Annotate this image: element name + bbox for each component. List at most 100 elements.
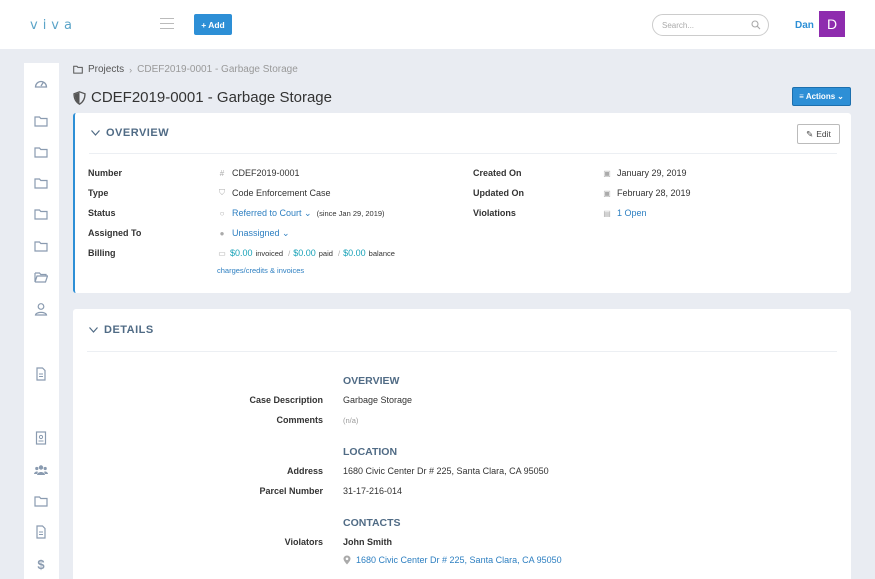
search-icon[interactable]	[751, 20, 761, 30]
created-value: ▣ January 29, 2019	[602, 168, 687, 178]
chevron-down-icon: ⌄	[837, 92, 844, 101]
details-overview-heading: OVERVIEW	[343, 375, 400, 387]
violations-value: ▤ 1 Open	[602, 208, 647, 218]
top-bar: viva + Add Search... Dan D	[0, 0, 875, 49]
type-text: Code Enforcement Case	[232, 188, 331, 198]
page-title-text: CDEF2019-0001 - Garbage Storage	[91, 89, 332, 106]
chevron-right-icon: ›	[129, 64, 133, 75]
updated-label: Updated On	[473, 188, 524, 198]
violator-address: 1680 Civic Center Dr # 225, Santa Clara,…	[343, 555, 562, 565]
app-logo[interactable]: viva	[30, 18, 77, 33]
folder-icon[interactable]	[34, 114, 48, 128]
violations-link[interactable]: 1 Open	[617, 208, 647, 218]
balance-text: balance	[368, 248, 395, 258]
invoiced-amount: $0.00	[230, 248, 253, 258]
type-value: ⛉ Code Enforcement Case	[217, 188, 331, 198]
number-text: CDEF2019-0001	[232, 168, 300, 178]
status-text: Referred to Court	[232, 208, 302, 218]
chevron-down-icon	[89, 327, 98, 333]
address-label: Address	[286, 466, 323, 476]
folder-icon[interactable]	[34, 207, 48, 221]
assigned-label: Assigned To	[88, 228, 142, 238]
overview-heading: OVERVIEW	[106, 127, 170, 139]
breadcrumb-projects[interactable]: Projects	[88, 64, 124, 75]
users-icon[interactable]	[34, 463, 48, 477]
dashboard-icon[interactable]	[34, 77, 48, 91]
user-icon: ●	[219, 229, 225, 238]
menu-toggle-icon[interactable]	[160, 18, 174, 30]
page-title: CDEF2019-0001 - Garbage Storage	[73, 89, 332, 106]
updated-text: February 28, 2019	[617, 188, 691, 198]
folder-icon[interactable]	[34, 494, 48, 508]
billing-label: Billing	[88, 248, 116, 258]
chevron-down-icon: ⌄	[282, 228, 290, 238]
list-icon: ≡	[799, 92, 804, 101]
folder-icon[interactable]	[34, 176, 48, 190]
paid-amount: $0.00	[293, 248, 316, 258]
violations-label: Violations	[473, 208, 516, 218]
user-name[interactable]: Dan	[795, 20, 814, 31]
document-icon[interactable]	[34, 525, 48, 539]
case-description-value: Garbage Storage	[343, 395, 413, 405]
billing-value: ▭ $0.00 invoiced / $0.00 paid / $0.00 ba…	[217, 248, 395, 258]
created-label: Created On	[473, 168, 522, 178]
folder-icon[interactable]	[34, 145, 48, 159]
number-value: # CDEF2019-0001	[217, 168, 300, 178]
search-placeholder: Search...	[662, 21, 695, 30]
avatar[interactable]: D	[819, 11, 845, 37]
violator-address-link[interactable]: 1680 Civic Center Dr # 225, Santa Clara,…	[356, 555, 562, 565]
contact-card-icon[interactable]	[34, 431, 48, 445]
status-value: ○ Referred to Court ⌄ (since Jan 29, 201…	[217, 208, 385, 219]
balance-amount: $0.00	[343, 248, 366, 258]
folder-icon[interactable]	[34, 239, 48, 253]
search-input[interactable]: Search...	[652, 14, 769, 36]
add-button-label: Add	[208, 19, 225, 30]
status-dropdown[interactable]: Referred to Court ⌄	[232, 208, 312, 219]
svg-text:$: $	[37, 557, 45, 571]
billing-link[interactable]: charges/credits & invoices	[217, 266, 304, 275]
status-label: Status	[88, 208, 116, 218]
assigned-text: Unassigned	[232, 228, 280, 238]
contacts-heading: CONTACTS	[343, 517, 401, 529]
violators-label: Violators	[284, 537, 323, 547]
location-heading: LOCATION	[343, 446, 398, 458]
divider	[87, 351, 837, 352]
map-marker-icon	[343, 555, 351, 565]
actions-button-label: Actions	[805, 92, 836, 101]
chevron-down-icon: ⌄	[304, 208, 312, 218]
actions-button[interactable]: ≡ Actions ⌄	[792, 87, 851, 106]
folder-open-icon[interactable]	[34, 270, 48, 284]
money-bill-icon: ▭	[218, 248, 226, 258]
edit-button-label: Edit	[816, 129, 831, 139]
assigned-value: ● Unassigned ⌄	[217, 228, 290, 239]
status-since: (since Jan 29, 2019)	[316, 209, 385, 218]
details-toggle[interactable]: DETAILS	[89, 324, 154, 336]
hash-icon: #	[219, 168, 225, 178]
plus-icon: +	[201, 19, 207, 30]
edit-button[interactable]: ✎ Edit	[797, 124, 840, 144]
created-text: January 29, 2019	[617, 168, 687, 178]
breadcrumb-current: CDEF2019-0001 - Garbage Storage	[137, 64, 298, 75]
document-icon[interactable]	[34, 367, 48, 381]
assigned-dropdown[interactable]: Unassigned ⌄	[232, 228, 290, 239]
violator-name[interactable]: John Smith	[343, 537, 392, 547]
shield-icon	[73, 90, 86, 105]
edit-icon: ✎	[806, 128, 814, 139]
circle-icon: ○	[219, 209, 225, 218]
type-label: Type	[88, 188, 109, 198]
comments-value: (n/a)	[343, 416, 359, 425]
divider	[89, 153, 837, 154]
updated-value: ▣ February 28, 2019	[602, 188, 691, 198]
folder-icon	[73, 65, 83, 74]
list-icon: ▤	[603, 208, 611, 218]
calendar-icon: ▣	[603, 168, 611, 178]
address-link[interactable]: 1680 Civic Center Dr # 225, Santa Clara,…	[343, 466, 549, 476]
dollar-icon[interactable]: $	[34, 557, 48, 571]
paid-text: paid	[318, 248, 333, 258]
add-button[interactable]: + Add	[194, 14, 232, 35]
separator: /	[335, 248, 341, 258]
calendar-icon: ▣	[603, 188, 611, 198]
sidebar: $	[24, 63, 59, 579]
user-icon[interactable]	[34, 302, 48, 316]
overview-toggle[interactable]: OVERVIEW	[91, 127, 169, 139]
